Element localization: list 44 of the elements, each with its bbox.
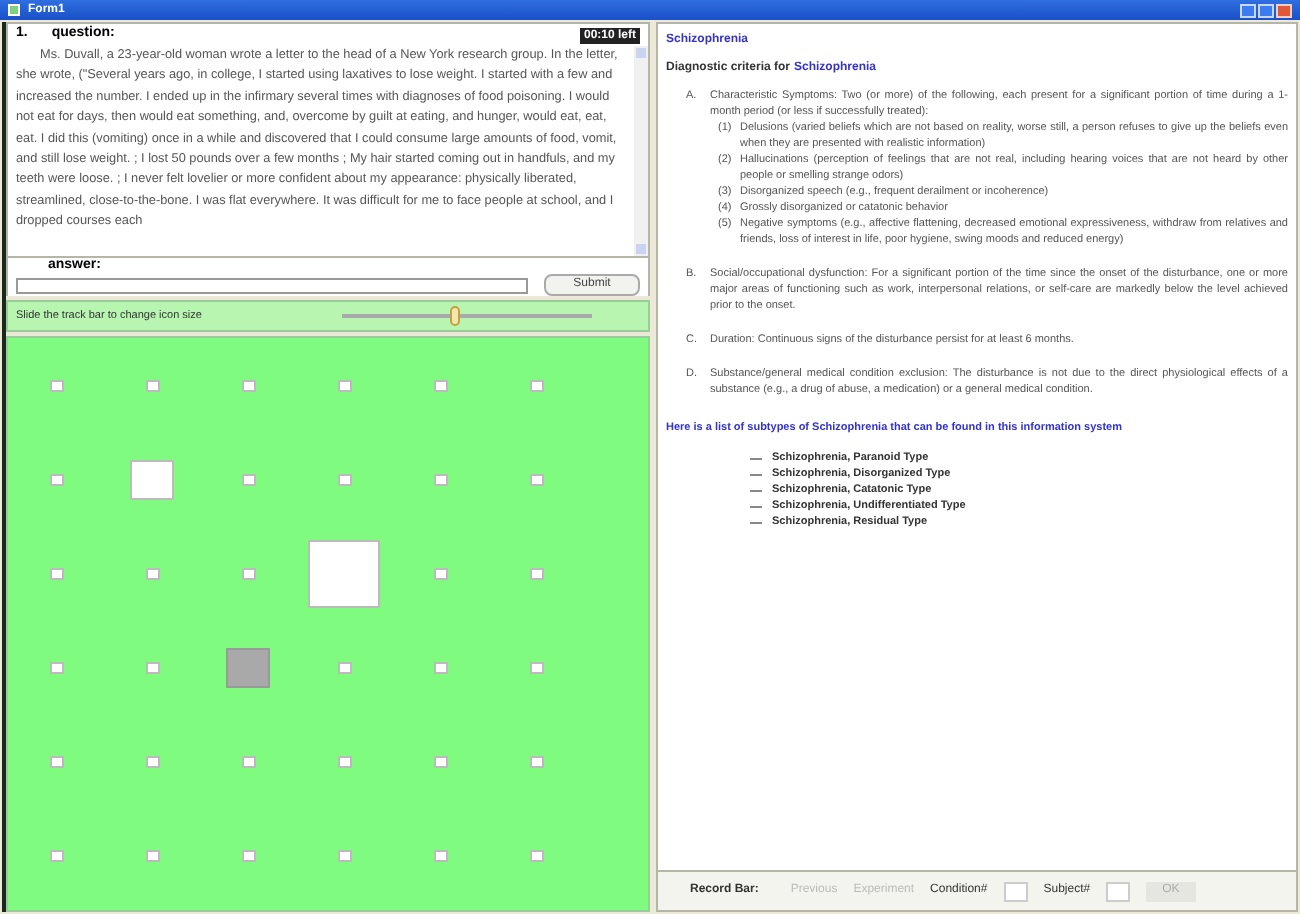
icon-tile[interactable] [130, 459, 174, 499]
icon-tile[interactable] [145, 379, 159, 391]
icon-tile[interactable] [145, 661, 159, 673]
icon-tile[interactable] [145, 567, 159, 579]
condition-field[interactable] [1003, 881, 1028, 901]
icon-tile[interactable] [145, 755, 159, 767]
icon-tile[interactable] [241, 849, 255, 861]
icon-tile[interactable] [337, 661, 351, 673]
maximize-button[interactable] [1258, 3, 1274, 17]
icon-tile[interactable] [337, 755, 351, 767]
icon-tile[interactable] [241, 473, 255, 485]
icon-tile[interactable] [241, 567, 255, 579]
icon-tile[interactable] [49, 473, 63, 485]
icon-tile[interactable] [529, 849, 543, 861]
icon-tile[interactable] [433, 849, 447, 861]
icon-tile[interactable] [226, 647, 270, 687]
icon-tile[interactable] [241, 755, 255, 767]
icon-tile[interactable] [49, 661, 63, 673]
icon-tile[interactable] [49, 849, 63, 861]
window-icon [8, 4, 20, 16]
icon-tile[interactable] [529, 661, 543, 673]
subject-field[interactable] [1106, 881, 1131, 901]
slider-thumb[interactable] [450, 306, 461, 326]
icon-tile[interactable] [433, 661, 447, 673]
icon-tile[interactable] [433, 379, 447, 391]
icon-tile[interactable] [145, 849, 159, 861]
icon-tile[interactable] [308, 539, 380, 607]
icon-tile[interactable] [529, 755, 543, 767]
icon-tile[interactable] [49, 755, 63, 767]
icon-tile[interactable] [433, 473, 447, 485]
icon-tile[interactable] [337, 379, 351, 391]
answer-field[interactable] [16, 277, 528, 293]
icon-tile[interactable] [337, 473, 351, 485]
icon-tile[interactable] [529, 567, 543, 579]
icon-tile[interactable] [529, 379, 543, 391]
icon-tile[interactable] [433, 755, 447, 767]
icon-tile[interactable] [49, 379, 63, 391]
icon-tile[interactable] [337, 849, 351, 861]
icon-tile[interactable] [241, 379, 255, 391]
minimize-button[interactable] [1240, 3, 1256, 17]
close-button[interactable] [1276, 3, 1292, 17]
icon-tile[interactable] [433, 567, 447, 579]
icon-tile[interactable] [49, 567, 63, 579]
icon-tile[interactable] [529, 473, 543, 485]
